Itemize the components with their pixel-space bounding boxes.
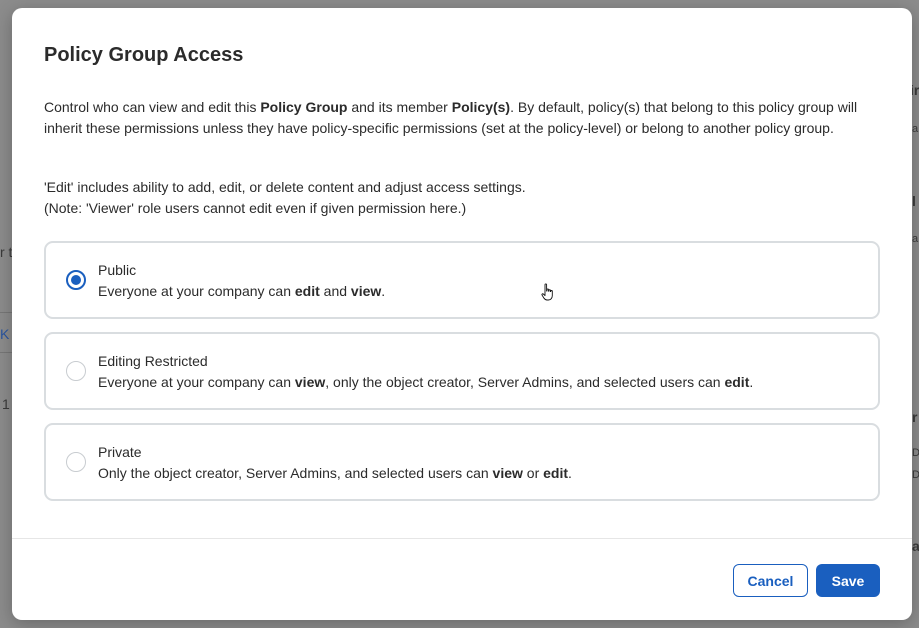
radio-button-editing-restricted[interactable]	[66, 361, 86, 381]
note-line-edit: 'Edit' includes ability to add, edit, or…	[44, 179, 526, 195]
save-button[interactable]: Save	[816, 564, 880, 597]
note-line-viewer: (Note: 'Viewer' role users cannot edit e…	[44, 200, 467, 216]
background-text-fragment: a	[912, 538, 919, 554]
background-text-fragment: r	[912, 409, 918, 425]
cancel-button[interactable]: Cancel	[733, 564, 808, 597]
footer-divider	[12, 538, 912, 539]
description-bold-policies: Policy(s)	[451, 99, 511, 115]
background-text-fragment: 1	[2, 396, 10, 412]
option-title: Editing Restricted	[98, 353, 208, 369]
description-text: and its member	[347, 99, 452, 115]
background-text-fragment: a	[912, 123, 919, 135]
description-text: Control who can view and edit this	[44, 99, 261, 115]
edit-note: 'Edit' includes ability to add, edit, or…	[44, 177, 880, 219]
background-text-fragment: r t	[0, 244, 13, 260]
option-title: Public	[98, 262, 137, 278]
option-description: Everyone at your company can edit and vi…	[98, 283, 386, 299]
option-public[interactable]: Public Everyone at your company can edit…	[44, 241, 880, 319]
background-text-fragment: l	[912, 193, 916, 209]
background-text-fragment: D	[912, 469, 919, 481]
radio-button-public[interactable]	[66, 270, 86, 290]
dialog-title: Policy Group Access	[44, 44, 244, 66]
background-text-fragment: a	[912, 233, 919, 245]
description-bold-policy-group: Policy Group	[260, 99, 348, 115]
option-title: Private	[98, 444, 142, 460]
background-text-fragment: D	[912, 447, 919, 459]
policy-group-access-dialog: Policy Group Access Control who can view…	[12, 8, 912, 620]
radio-button-private[interactable]	[66, 452, 86, 472]
option-description: Everyone at your company can view, only …	[98, 374, 754, 390]
background-text-fragment: K	[0, 326, 10, 342]
option-private[interactable]: Private Only the object creator, Server …	[44, 423, 880, 501]
dialog-description: Control who can view and edit this Polic…	[44, 97, 880, 139]
option-editing-restricted[interactable]: Editing Restricted Everyone at your comp…	[44, 332, 880, 410]
option-description: Only the object creator, Server Admins, …	[98, 465, 572, 481]
hand-pointer-icon	[541, 283, 553, 301]
